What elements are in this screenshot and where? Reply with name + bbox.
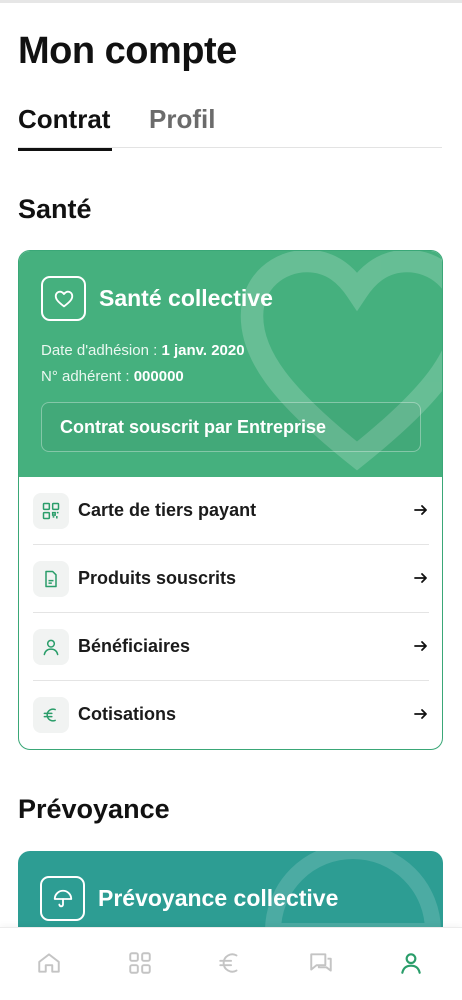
page-title: Mon compte xyxy=(18,30,237,72)
menu-item-label: Produits souscrits xyxy=(78,568,237,588)
adhesion-date: Date d'adhésion : 1 janv. 2020 xyxy=(41,342,245,359)
person-icon xyxy=(33,629,69,665)
member-number-value: 000000 xyxy=(133,368,184,385)
sante-menu: Carte de tiers payant Produits souscrits… xyxy=(33,477,429,749)
umbrella-icon xyxy=(40,876,85,921)
euro-icon xyxy=(33,697,69,733)
arrow-right-icon xyxy=(414,505,427,515)
section-title-prevoyance: Prévoyance xyxy=(18,794,170,824)
section-title-sante: Santé xyxy=(18,194,92,224)
menu-item-carte-tiers-payant[interactable]: Carte de tiers payant xyxy=(33,477,429,545)
tab-profil[interactable]: Profil xyxy=(149,104,215,135)
sante-contract-card: Santé collective Date d'adhésion : 1 jan… xyxy=(18,250,443,750)
adhesion-date-value: 1 janv. 2020 xyxy=(161,342,245,359)
qr-code-icon xyxy=(33,493,69,529)
member-number-label: N° adhérent : xyxy=(41,368,134,385)
arrow-right-icon xyxy=(414,641,427,651)
menu-item-label: Bénéficiaires xyxy=(78,636,191,656)
grid-icon[interactable] xyxy=(127,950,153,976)
menu-item-label: Cotisations xyxy=(78,704,177,724)
home-icon[interactable] xyxy=(36,950,62,976)
tab-contrat[interactable]: Contrat xyxy=(18,104,113,151)
card-title: Santé collective xyxy=(99,285,273,311)
member-number: N° adhérent : 000000 xyxy=(41,368,184,385)
menu-item-cotisations[interactable]: Cotisations xyxy=(33,681,429,749)
euro-icon[interactable] xyxy=(217,950,243,976)
menu-item-produits-souscrits[interactable]: Produits souscrits xyxy=(33,545,429,613)
card-title: Prévoyance collective xyxy=(98,885,339,911)
arrow-right-icon xyxy=(414,709,427,719)
document-icon xyxy=(33,561,69,597)
account-tabs: Contrat Profil xyxy=(18,104,442,151)
bottom-navigation xyxy=(0,927,462,1000)
chat-icon[interactable] xyxy=(308,950,334,976)
sante-card-header: Santé collective Date d'adhésion : 1 jan… xyxy=(19,251,442,477)
menu-item-label: Carte de tiers payant xyxy=(78,500,257,520)
top-divider xyxy=(0,0,462,3)
profile-icon[interactable] xyxy=(398,950,424,976)
arrow-right-icon xyxy=(414,573,427,583)
heart-icon xyxy=(41,276,86,321)
contract-subscribed-button[interactable]: Contrat souscrit par Entreprise xyxy=(41,402,421,452)
menu-item-beneficiaires[interactable]: Bénéficiaires xyxy=(33,613,429,681)
adhesion-date-label: Date d'adhésion : xyxy=(41,342,162,359)
